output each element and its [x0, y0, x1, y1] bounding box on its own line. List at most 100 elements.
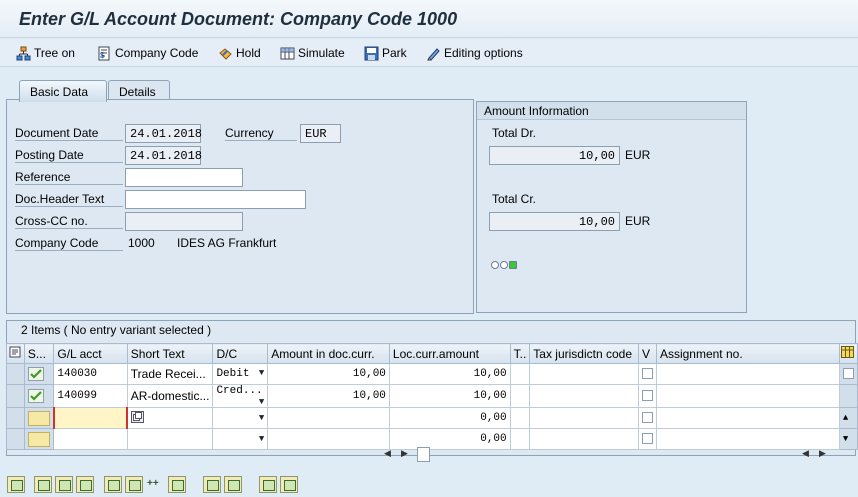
- dc-cell[interactable]: Cred... ▼: [212, 384, 269, 408]
- dropdown-arrow-icon[interactable]: ▼: [259, 413, 264, 423]
- col-dc[interactable]: D/C: [212, 343, 269, 364]
- amount-loc-cell[interactable]: 10,00: [388, 384, 511, 408]
- copy-icon[interactable]: [131, 410, 145, 423]
- scroll-left-end-icon[interactable]: ◀: [802, 448, 809, 459]
- dropdown-arrow-icon[interactable]: ▼: [259, 434, 264, 444]
- copy-clipboard-icon[interactable]: [203, 476, 221, 493]
- document-date-field[interactable]: 24.01.2018: [125, 124, 202, 143]
- select-all-icon[interactable]: [6, 343, 25, 364]
- amount-doc-cell[interactable]: [267, 407, 390, 429]
- col-tax[interactable]: T..: [509, 343, 531, 364]
- col-amount-doc[interactable]: Amount in doc.curr.: [267, 343, 390, 364]
- amount-loc-cell[interactable]: 0,00: [388, 407, 511, 429]
- tax-cell[interactable]: [509, 384, 531, 408]
- tax-jurisdiction-cell[interactable]: [529, 384, 639, 408]
- hold-button[interactable]: Hold: [218, 44, 261, 62]
- short-text-cell[interactable]: [126, 428, 214, 450]
- dc-cell[interactable]: ▼: [212, 407, 269, 429]
- col-assignment[interactable]: Assignment no.: [655, 343, 840, 364]
- v-cell[interactable]: [637, 363, 657, 385]
- tax-cell[interactable]: [509, 363, 531, 385]
- delete-row-icon[interactable]: [168, 476, 186, 493]
- tax-cell[interactable]: [509, 407, 531, 429]
- row-selector[interactable]: [6, 428, 25, 450]
- v-checkbox[interactable]: [641, 389, 653, 401]
- currency-field[interactable]: EUR: [300, 124, 341, 143]
- copy-row-icon[interactable]: [125, 476, 143, 493]
- col-amount-loc[interactable]: Loc.curr.amount: [388, 343, 511, 364]
- v-cell[interactable]: [637, 384, 657, 408]
- posting-date-field[interactable]: 24.01.2018: [125, 146, 202, 165]
- scrollbar-top[interactable]: [838, 363, 858, 385]
- sort-descending-icon[interactable]: [280, 476, 298, 493]
- doc-header-text-field[interactable]: [125, 190, 306, 209]
- col-short-text[interactable]: Short Text: [126, 343, 214, 364]
- first-page-icon[interactable]: [34, 476, 52, 493]
- gl-acct-input[interactable]: [52, 407, 129, 429]
- dc-cell[interactable]: Debit ▼: [212, 363, 269, 385]
- scroll-up-button[interactable]: ▲: [838, 407, 858, 429]
- scroll-left-icon[interactable]: ◀: [384, 448, 391, 459]
- tree-on-button[interactable]: Tree on: [16, 44, 75, 62]
- dropdown-arrow-icon[interactable]: ▼: [259, 368, 264, 378]
- table-settings-icon[interactable]: [838, 343, 858, 364]
- col-v[interactable]: V: [637, 343, 657, 364]
- amount-doc-cell[interactable]: [267, 428, 390, 450]
- amount-loc-cell[interactable]: 10,00: [388, 363, 511, 385]
- park-button[interactable]: Park: [364, 44, 407, 62]
- amount-doc-cell[interactable]: 10,00: [267, 363, 390, 385]
- horizontal-scroll-thumb[interactable]: [417, 447, 430, 462]
- deselect-all-icon[interactable]: [76, 476, 94, 493]
- amount-doc-cell[interactable]: 10,00: [267, 384, 390, 408]
- col-tax-jurisdiction[interactable]: Tax jurisdictn code: [529, 343, 639, 364]
- assignment-cell[interactable]: [655, 428, 840, 450]
- tax-jurisdiction-cell[interactable]: [529, 363, 639, 385]
- row-selector[interactable]: [6, 363, 25, 385]
- scroll-right-icon[interactable]: ▶: [401, 448, 408, 459]
- dc-value: Cred...: [216, 385, 263, 398]
- row-status: [23, 384, 55, 408]
- col-status[interactable]: S...: [23, 343, 55, 364]
- sort-ascending-icon[interactable]: [259, 476, 277, 493]
- editing-options-label: Editing options: [444, 46, 523, 60]
- gl-acct-cell[interactable]: 140099: [53, 384, 128, 408]
- col-gl-acct[interactable]: G/L acct: [53, 343, 128, 364]
- v-cell[interactable]: [637, 407, 657, 429]
- amount-loc-cell[interactable]: 0,00: [388, 428, 511, 450]
- simulate-button[interactable]: Simulate: [280, 44, 345, 62]
- short-text-cell[interactable]: AR-domestic...: [126, 384, 214, 408]
- short-text-cell[interactable]: [126, 407, 214, 429]
- dc-cell[interactable]: ▼: [212, 428, 269, 450]
- checkmark-icon: [27, 389, 44, 403]
- cross-cc-field[interactable]: [125, 212, 243, 231]
- scrollbar-track[interactable]: [838, 384, 858, 408]
- dropdown-arrow-icon[interactable]: ▼: [259, 397, 264, 407]
- row-selector[interactable]: [6, 407, 25, 429]
- tax-jurisdiction-cell[interactable]: [529, 428, 639, 450]
- company-code-button[interactable]: $ Company Code: [97, 44, 198, 62]
- editing-options-button[interactable]: Editing options: [426, 44, 523, 62]
- tax-cell[interactable]: [509, 428, 531, 450]
- duplicate-row-icon[interactable]: ++: [147, 478, 159, 489]
- paste-icon[interactable]: [224, 476, 242, 493]
- v-checkbox[interactable]: [641, 367, 653, 379]
- insert-row-icon[interactable]: [104, 476, 122, 493]
- details-icon[interactable]: [7, 476, 25, 493]
- v-checkbox[interactable]: [641, 432, 653, 444]
- assignment-cell[interactable]: [655, 384, 840, 408]
- tab-basic-data[interactable]: Basic Data: [19, 80, 107, 102]
- assignment-cell[interactable]: [655, 407, 840, 429]
- row-selector[interactable]: [6, 384, 25, 408]
- gl-acct-cell[interactable]: 140030: [53, 363, 128, 385]
- assignment-cell[interactable]: [655, 363, 840, 385]
- v-checkbox[interactable]: [641, 411, 653, 423]
- gl-acct-cell[interactable]: [53, 428, 128, 450]
- v-cell[interactable]: [637, 428, 657, 450]
- scroll-thumb[interactable]: [842, 367, 854, 379]
- scroll-down-button[interactable]: ▼: [838, 428, 858, 450]
- select-block-icon[interactable]: [55, 476, 73, 493]
- short-text-cell[interactable]: Trade Recei...: [126, 363, 214, 385]
- scroll-right-end-icon[interactable]: ▶: [819, 448, 826, 459]
- reference-field[interactable]: [125, 168, 243, 187]
- tax-jurisdiction-cell[interactable]: [529, 407, 639, 429]
